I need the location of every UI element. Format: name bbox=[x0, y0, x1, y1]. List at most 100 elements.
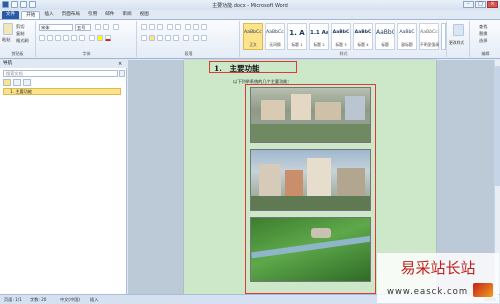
tab-view[interactable]: 视图 bbox=[136, 11, 153, 19]
paste-button[interactable]: 粘贴 bbox=[2, 37, 10, 43]
nav-results-tab[interactable] bbox=[23, 79, 31, 86]
insert-mode[interactable]: 插入 bbox=[90, 297, 98, 303]
style-name: 标题 1 bbox=[291, 42, 303, 47]
align-left-icon[interactable] bbox=[141, 35, 147, 41]
map-image-3[interactable] bbox=[250, 217, 371, 282]
style-heading-4[interactable]: AaBbC 标题 4 bbox=[353, 23, 373, 50]
bullets-icon[interactable] bbox=[141, 24, 147, 30]
nav-search-icon[interactable] bbox=[119, 70, 125, 77]
change-styles-icon[interactable] bbox=[453, 24, 464, 36]
styles-group: AaBbCcDc 正文 AaBbCcDc 无间隔 1. A 标题 1 1.1 Aa 标题… bbox=[241, 21, 447, 57]
tab-insert[interactable]: 插入 bbox=[40, 11, 57, 19]
maximize-button[interactable]: □ bbox=[475, 1, 486, 8]
style-heading-1[interactable]: 1. A 标题 1 bbox=[287, 23, 307, 50]
map-image-1[interactable] bbox=[250, 87, 371, 143]
copy-button[interactable]: 复制 bbox=[16, 31, 24, 37]
format-painter-button[interactable]: 格式刷 bbox=[16, 38, 29, 44]
page-count[interactable]: 页面: 1/1 bbox=[4, 297, 22, 303]
change-styles-group: 更改样式 bbox=[448, 21, 470, 57]
minimize-button[interactable]: – bbox=[463, 1, 474, 8]
style-subtitle[interactable]: AaBbC 副标题 bbox=[397, 23, 417, 50]
styles-more-icon[interactable] bbox=[441, 23, 446, 50]
sort-icon[interactable] bbox=[193, 24, 199, 30]
strikethrough-icon[interactable] bbox=[63, 35, 69, 41]
nav-headings-tab[interactable] bbox=[3, 79, 11, 86]
style-title[interactable]: AaBbC 标题 bbox=[375, 23, 395, 50]
tab-page-layout[interactable]: 页面布局 bbox=[58, 11, 84, 19]
superscript-icon[interactable] bbox=[79, 35, 85, 41]
clear-format-icon[interactable] bbox=[113, 24, 119, 30]
language-indicator[interactable]: 中文(中国) bbox=[60, 297, 80, 303]
ribbon-tabs: 文件 开始 插入 页面布局 引用 邮件 审阅 视图 bbox=[0, 10, 500, 19]
subscript-icon[interactable] bbox=[71, 35, 77, 41]
nav-heading-item[interactable]: 1. 主要功能 bbox=[3, 88, 121, 95]
style-name: 不明显强调 bbox=[420, 42, 439, 47]
style-sample: AaBbC bbox=[399, 30, 415, 35]
font-name-select[interactable]: 宋体 bbox=[39, 24, 73, 31]
tab-references[interactable]: 引用 bbox=[84, 11, 101, 19]
distributed-icon[interactable] bbox=[173, 35, 179, 41]
increase-indent-icon[interactable] bbox=[175, 24, 181, 30]
style-name: 无间隔 bbox=[269, 42, 281, 47]
cut-button[interactable]: 剪切 bbox=[16, 24, 24, 30]
style-name: 标题 2 bbox=[313, 42, 325, 47]
shrink-font-icon[interactable] bbox=[103, 24, 109, 30]
style-no-spacing[interactable]: AaBbCcDc 无间隔 bbox=[265, 23, 285, 50]
tab-home[interactable]: 开始 bbox=[21, 11, 41, 19]
select-button[interactable]: 选择 bbox=[479, 38, 487, 44]
shading-icon[interactable] bbox=[193, 35, 199, 41]
styles-label: 样式 bbox=[339, 51, 348, 56]
font-size-select[interactable]: 五号 bbox=[75, 24, 91, 31]
navigation-pane: 导航 × 搜索文档 bbox=[0, 60, 127, 294]
document-heading[interactable]: 1. 主要功能 bbox=[214, 63, 259, 74]
word-count[interactable]: 字数: 20 bbox=[30, 297, 46, 303]
grow-font-icon[interactable] bbox=[95, 24, 101, 30]
underline-icon[interactable] bbox=[55, 35, 61, 41]
nav-pages-tab[interactable] bbox=[13, 79, 21, 86]
text-effects-icon[interactable] bbox=[89, 35, 95, 41]
font-color-icon[interactable] bbox=[105, 35, 111, 41]
tab-review[interactable]: 审阅 bbox=[118, 11, 135, 19]
find-button[interactable]: 查找 bbox=[479, 24, 487, 30]
style-heading-2[interactable]: 1.1 Aa 标题 2 bbox=[309, 23, 329, 50]
tab-file[interactable]: 文件 bbox=[2, 11, 20, 19]
show-marks-icon[interactable] bbox=[201, 24, 207, 30]
bold-icon[interactable] bbox=[39, 35, 45, 41]
align-center-icon[interactable] bbox=[149, 35, 155, 41]
window-title: 主要功能.docx - Microsoft Word bbox=[212, 3, 288, 9]
paragraph-group: 段落 bbox=[138, 21, 240, 57]
style-sample: AaBbCcDc bbox=[420, 30, 438, 35]
style-name: 标题 bbox=[381, 42, 389, 47]
scroll-thumb[interactable] bbox=[495, 66, 500, 186]
navigation-title: 导航 bbox=[0, 60, 127, 68]
replace-button[interactable]: 替换 bbox=[479, 31, 487, 37]
building-shape bbox=[285, 170, 303, 198]
style-sample: 1.1 Aa bbox=[310, 30, 328, 36]
borders-icon[interactable] bbox=[201, 35, 207, 41]
nav-search-input[interactable]: 搜索文档 bbox=[3, 70, 118, 77]
align-right-icon[interactable] bbox=[157, 35, 163, 41]
tab-mailings[interactable]: 邮件 bbox=[101, 11, 118, 19]
style-heading-3[interactable]: AaBbC 标题 3 bbox=[331, 23, 351, 50]
change-styles-button[interactable]: 更改样式 bbox=[449, 40, 464, 46]
style-subtle-emphasis[interactable]: AaBbCcDc 不明显强调 bbox=[419, 23, 439, 50]
numbering-icon[interactable] bbox=[149, 24, 155, 30]
building-shape bbox=[291, 94, 311, 120]
nav-close-icon[interactable]: × bbox=[118, 61, 124, 67]
ground-shape bbox=[251, 196, 370, 210]
justify-icon[interactable] bbox=[165, 35, 171, 41]
line-spacing-icon[interactable] bbox=[183, 35, 189, 41]
editing-label: 编辑 bbox=[481, 51, 490, 56]
style-normal[interactable]: AaBbCcDc 正文 bbox=[243, 23, 263, 50]
chinese-layout-icon[interactable] bbox=[185, 24, 191, 30]
window-controls: – □ × bbox=[463, 1, 498, 8]
map-image-2[interactable] bbox=[250, 149, 371, 211]
building-shape bbox=[345, 96, 365, 120]
highlight-icon[interactable] bbox=[97, 35, 103, 41]
paste-icon[interactable] bbox=[3, 23, 13, 35]
clipboard-label: 剪贴板 bbox=[11, 51, 24, 56]
multilevel-list-icon[interactable] bbox=[157, 24, 163, 30]
italic-icon[interactable] bbox=[47, 35, 53, 41]
close-button[interactable]: × bbox=[487, 1, 498, 8]
decrease-indent-icon[interactable] bbox=[167, 24, 173, 30]
